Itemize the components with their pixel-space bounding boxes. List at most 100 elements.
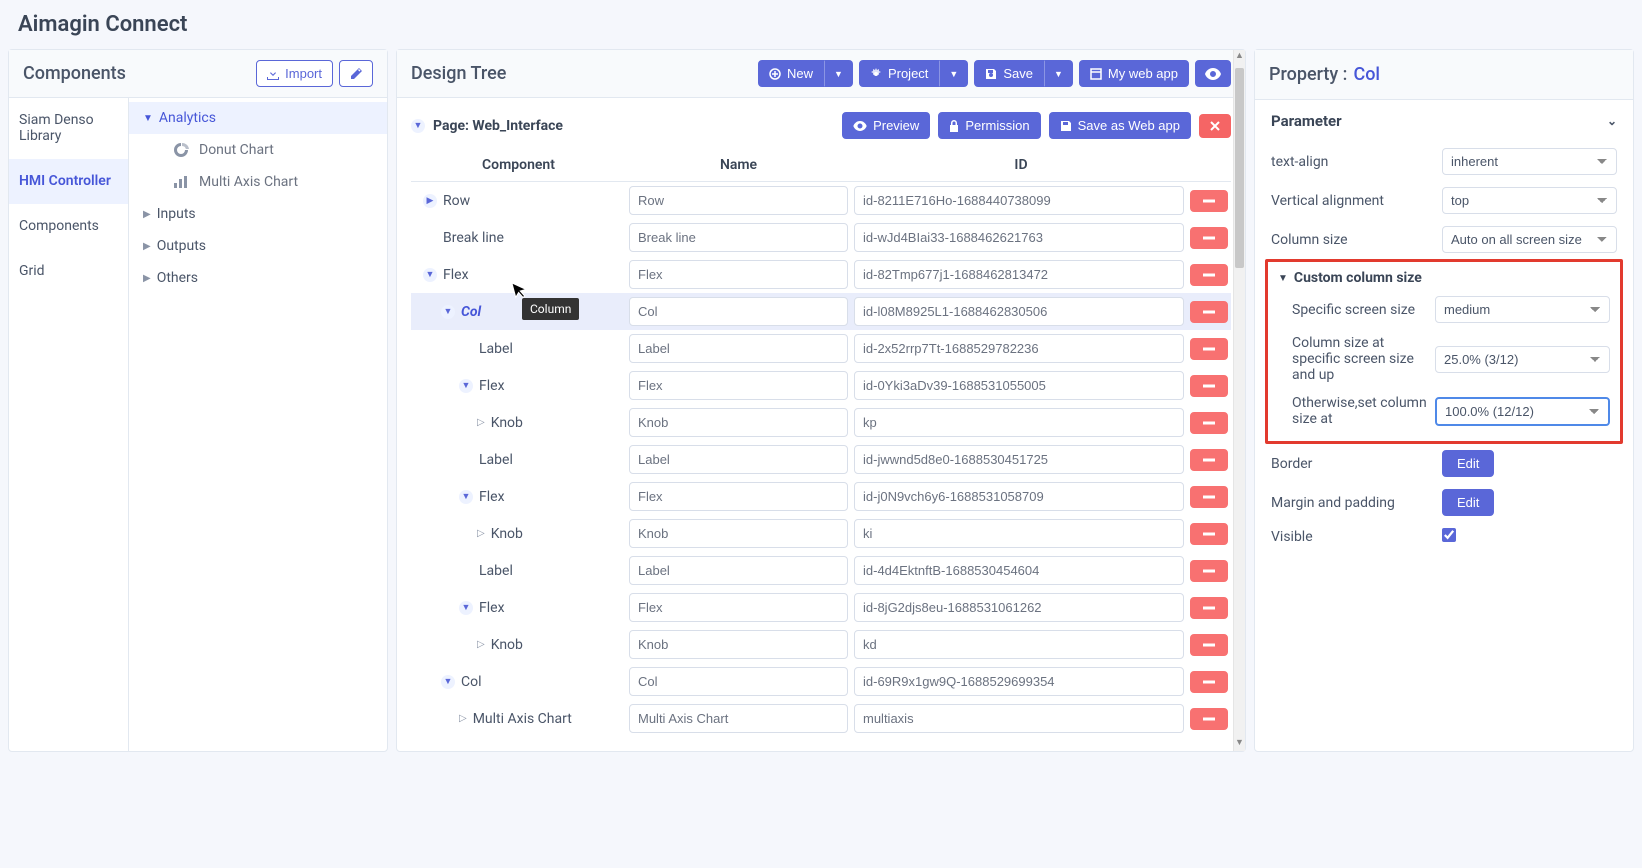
tree-row[interactable]: ▶Row [411,182,1231,219]
prop-textalign-select[interactable]: inherent [1442,148,1617,175]
delete-row-button[interactable] [1190,301,1228,323]
scroll-down-icon[interactable]: ▼ [1234,737,1245,751]
tree-id-input[interactable] [854,556,1184,585]
triangle-right-icon[interactable]: ▷ [459,713,467,724]
page-caret-icon[interactable]: ▼ [411,119,425,133]
tree-name-input[interactable] [629,630,848,659]
tree-name-input[interactable] [629,371,848,400]
tree-item-donut-chart[interactable]: Donut Chart [129,134,387,166]
caret-right-icon[interactable]: ▶ [423,194,437,208]
tree-name-input[interactable] [629,408,848,437]
project-dropdown[interactable]: ▼ [939,60,968,87]
lib-tab-components[interactable]: Components [9,204,128,249]
tree-row[interactable]: ▼Flex [411,367,1231,404]
tree-id-input[interactable] [854,593,1184,622]
project-button[interactable]: Project [859,60,939,87]
tree-row[interactable]: Break line [411,219,1231,256]
caret-down-icon[interactable]: ▼ [441,305,455,319]
prop-screensize-select[interactable]: medium [1435,296,1610,323]
tree-row[interactable]: Label [411,441,1231,478]
delete-row-button[interactable] [1190,375,1228,397]
permission-button[interactable]: Permission [938,112,1040,139]
prop-csup-select[interactable]: 25.0% (3/12) [1435,346,1610,373]
tree-row[interactable]: ▷Knob [411,515,1231,552]
new-button[interactable]: New [758,60,824,87]
caret-down-icon[interactable]: ▼ [459,490,473,504]
tree-id-input[interactable] [854,667,1184,696]
prop-valign-select[interactable]: top [1442,187,1617,214]
prop-margin-edit-button[interactable]: Edit [1442,489,1494,516]
tree-name-input[interactable] [629,445,848,474]
tree-row[interactable]: ▷Multi Axis Chart [411,700,1231,737]
delete-row-button[interactable] [1190,412,1228,434]
tree-row[interactable]: ▼Flex [411,589,1231,626]
edit-button[interactable] [339,60,373,87]
caret-down-icon[interactable]: ▼ [441,675,455,689]
close-page-button[interactable] [1199,114,1231,138]
tree-cat-analytics[interactable]: ▼ Analytics [129,102,387,134]
tree-id-input[interactable] [854,297,1184,326]
preview-eye-button[interactable] [1195,60,1231,87]
caret-down-icon[interactable]: ▼ [459,379,473,393]
tree-cat-others[interactable]: ▶ Others [129,262,387,294]
delete-row-button[interactable] [1190,671,1228,693]
caret-down-icon[interactable]: ▼ [423,268,437,282]
delete-row-button[interactable] [1190,338,1228,360]
delete-row-button[interactable] [1190,560,1228,582]
prop-otherwise-select[interactable]: 100.0% (12/12) [1435,397,1610,426]
delete-row-button[interactable] [1190,449,1228,471]
lib-tab-siam[interactable]: Siam Denso Library [9,98,128,159]
preview-button[interactable]: Preview [842,112,930,139]
caret-down-icon[interactable]: ▼ [1278,273,1288,284]
save-button[interactable]: Save [974,60,1044,87]
tree-name-input[interactable] [629,593,848,622]
tree-id-input[interactable] [854,371,1184,400]
tree-id-input[interactable] [854,260,1184,289]
tree-id-input[interactable] [854,704,1184,733]
mywebapp-button[interactable]: My web app [1079,60,1189,87]
delete-row-button[interactable] [1190,190,1228,212]
tree-row[interactable]: ▷Knob [411,626,1231,663]
tree-name-input[interactable] [629,186,848,215]
tree-id-input[interactable] [854,223,1184,252]
prop-colsize-select[interactable]: Auto on all screen size [1442,226,1617,253]
chevron-down-icon[interactable]: ⌄ [1607,114,1617,128]
vertical-scrollbar[interactable]: ▲ ▼ [1233,50,1245,751]
save-dropdown[interactable]: ▼ [1044,60,1073,87]
tree-row[interactable]: ▷Knob [411,404,1231,441]
tree-id-input[interactable] [854,334,1184,363]
lib-tab-grid[interactable]: Grid [9,249,128,294]
tree-id-input[interactable] [854,408,1184,437]
delete-row-button[interactable] [1190,486,1228,508]
lib-tab-hmi[interactable]: HMI Controller [9,159,128,204]
tree-row[interactable]: ▼Flex [411,478,1231,515]
triangle-right-icon[interactable]: ▷ [477,528,485,539]
tree-row[interactable]: ▼Flex [411,256,1231,293]
scroll-thumb[interactable] [1235,68,1244,268]
tree-cat-outputs[interactable]: ▶ Outputs [129,230,387,262]
tree-id-input[interactable] [854,445,1184,474]
tree-row[interactable]: ▼Col [411,663,1231,700]
triangle-right-icon[interactable]: ▷ [477,417,485,428]
import-button[interactable]: Import [256,60,333,87]
tree-row[interactable]: Label [411,552,1231,589]
delete-row-button[interactable] [1190,634,1228,656]
tree-name-input[interactable] [629,482,848,511]
delete-row-button[interactable] [1190,597,1228,619]
delete-row-button[interactable] [1190,264,1228,286]
new-dropdown[interactable]: ▼ [824,60,853,87]
delete-row-button[interactable] [1190,708,1228,730]
caret-down-icon[interactable]: ▼ [459,601,473,615]
tree-row[interactable]: Label [411,330,1231,367]
save-as-webapp-button[interactable]: Save as Web app [1049,112,1191,139]
tree-name-input[interactable] [629,704,848,733]
tree-name-input[interactable] [629,334,848,363]
tree-id-input[interactable] [854,482,1184,511]
tree-cat-inputs[interactable]: ▶ Inputs [129,198,387,230]
tree-name-input[interactable] [629,260,848,289]
prop-border-edit-button[interactable]: Edit [1442,450,1494,477]
delete-row-button[interactable] [1190,523,1228,545]
tree-name-input[interactable] [629,519,848,548]
tree-name-input[interactable] [629,667,848,696]
tree-name-input[interactable] [629,556,848,585]
